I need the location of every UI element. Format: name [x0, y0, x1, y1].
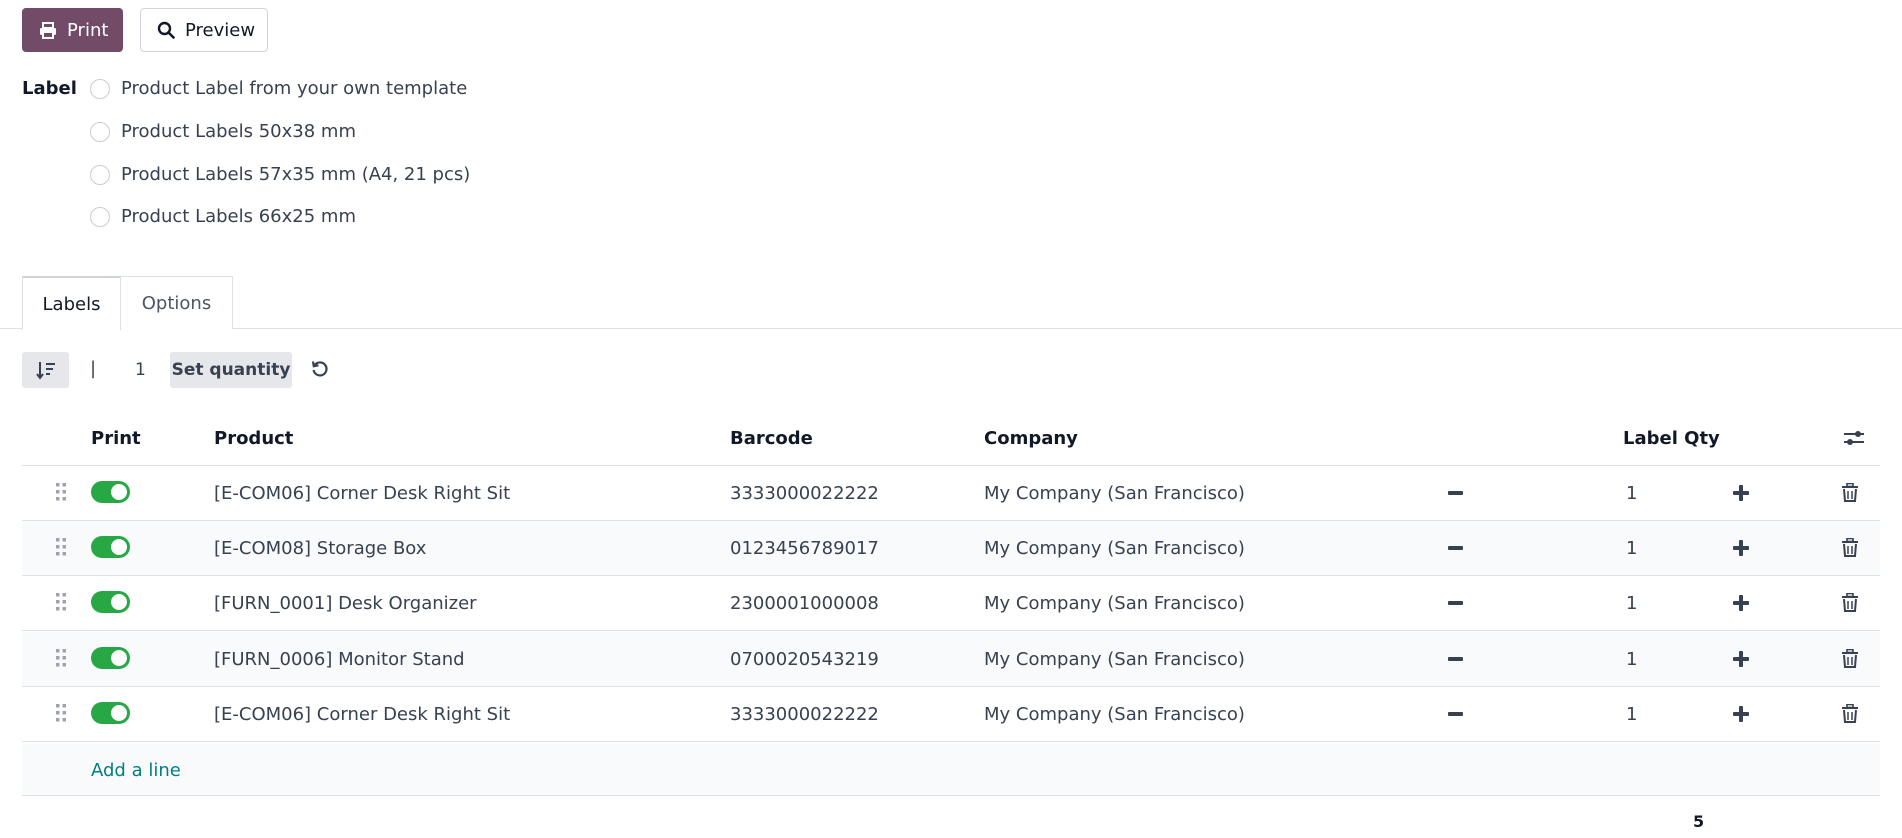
radio-button[interactable] — [90, 206, 110, 227]
reset-button[interactable] — [310, 359, 330, 384]
product-cell[interactable]: [E-COM08] Storage Box — [214, 538, 426, 559]
quantity-value[interactable]: 1 — [135, 360, 146, 380]
minus-icon[interactable] — [1448, 712, 1463, 716]
print-button[interactable]: Print — [22, 8, 123, 52]
print-toggle[interactable] — [91, 481, 130, 503]
drag-handle-icon[interactable] — [55, 537, 67, 557]
print-toggle[interactable] — [91, 647, 130, 669]
add-line-row: Add a line — [22, 744, 1880, 796]
reset-icon — [311, 361, 328, 377]
barcode-cell[interactable]: 2300001000008 — [730, 593, 879, 614]
toolbar-separator: | — [90, 358, 97, 379]
plus-icon[interactable] — [1732, 705, 1750, 723]
table-row[interactable]: [E-COM06] Corner Desk Right Sit 33330000… — [22, 687, 1880, 742]
drag-handle-icon[interactable] — [55, 648, 67, 668]
column-header-company[interactable]: Company — [984, 428, 1078, 449]
product-cell[interactable]: [E-COM06] Corner Desk Right Sit — [214, 704, 510, 725]
set-quantity-button[interactable]: Set quantity — [170, 352, 292, 388]
radio-button[interactable] — [90, 164, 110, 185]
drag-handle-icon[interactable] — [55, 482, 67, 502]
print-toggle[interactable] — [91, 591, 130, 613]
label-qty-cell[interactable]: 1 — [1626, 483, 1637, 504]
table-row[interactable]: [FURN_0001] Desk Organizer 2300001000008… — [22, 576, 1880, 631]
company-cell[interactable]: My Company (San Francisco) — [984, 538, 1245, 559]
drag-handle-icon[interactable] — [55, 703, 67, 723]
print-toggle[interactable] — [91, 536, 130, 558]
product-cell[interactable]: [FURN_0006] Monitor Stand — [214, 649, 465, 670]
trash-icon[interactable] — [1842, 538, 1858, 557]
minus-icon[interactable] — [1448, 546, 1463, 550]
table-row[interactable]: [E-COM06] Corner Desk Right Sit 33330000… — [22, 466, 1880, 521]
minus-icon[interactable] — [1448, 491, 1463, 495]
column-settings-icon — [1844, 431, 1864, 445]
barcode-cell[interactable]: 3333000022222 — [730, 483, 879, 504]
product-cell[interactable]: [E-COM06] Corner Desk Right Sit — [214, 483, 510, 504]
barcode-cell[interactable]: 0123456789017 — [730, 538, 879, 559]
search-icon — [157, 21, 175, 39]
column-settings-button[interactable] — [1843, 428, 1865, 453]
radio-button[interactable] — [90, 121, 110, 142]
column-header-print[interactable]: Print — [91, 428, 141, 449]
label-option-66x25[interactable]: Product Labels 66x25 mm — [90, 206, 356, 227]
table-row[interactable]: [FURN_0006] Monitor Stand 0700020543219 … — [22, 632, 1880, 687]
minus-icon[interactable] — [1448, 601, 1463, 605]
label-qty-cell[interactable]: 1 — [1626, 538, 1637, 559]
company-cell[interactable]: My Company (San Francisco) — [984, 483, 1245, 504]
trash-icon[interactable] — [1842, 704, 1858, 723]
minus-icon[interactable] — [1448, 657, 1463, 661]
column-header-label-qty[interactable]: Label Qty — [1623, 428, 1720, 449]
label-qty-cell[interactable]: 1 — [1626, 593, 1637, 614]
label-option-text: Product Labels 57x35 mm (A4, 21 pcs) — [121, 164, 471, 185]
label-field-title: Label — [22, 78, 77, 99]
radio-button[interactable] — [90, 78, 110, 99]
sort-icon — [35, 362, 55, 380]
trash-icon[interactable] — [1842, 649, 1858, 668]
tab-labels[interactable]: Labels — [22, 276, 121, 330]
plus-icon[interactable] — [1732, 539, 1750, 557]
preview-button[interactable]: Preview — [140, 8, 268, 52]
barcode-cell[interactable]: 3333000022222 — [730, 704, 879, 725]
label-option-text: Product Label from your own template — [121, 78, 468, 99]
label-qty-total: 5 — [1693, 812, 1705, 831]
column-header-product[interactable]: Product — [214, 428, 293, 449]
table-row[interactable]: [E-COM08] Storage Box 0123456789017 My C… — [22, 521, 1880, 576]
plus-icon[interactable] — [1732, 484, 1750, 502]
tab-options[interactable]: Options — [121, 276, 233, 329]
plus-icon[interactable] — [1732, 650, 1750, 668]
company-cell[interactable]: My Company (San Francisco) — [984, 704, 1245, 725]
label-option-text: Product Labels 66x25 mm — [121, 206, 356, 227]
plus-icon[interactable] — [1732, 594, 1750, 612]
drag-handle-icon[interactable] — [55, 592, 67, 612]
barcode-cell[interactable]: 0700020543219 — [730, 649, 879, 670]
label-option-own-template[interactable]: Product Label from your own template — [90, 78, 467, 99]
label-qty-cell[interactable]: 1 — [1626, 649, 1637, 670]
print-toggle[interactable] — [91, 702, 130, 724]
sort-button[interactable] — [22, 352, 69, 388]
add-line-link[interactable]: Add a line — [91, 760, 181, 781]
label-option-57x35[interactable]: Product Labels 57x35 mm (A4, 21 pcs) — [90, 164, 470, 185]
label-qty-cell[interactable]: 1 — [1626, 704, 1637, 725]
company-cell[interactable]: My Company (San Francisco) — [984, 649, 1245, 670]
label-option-50x38[interactable]: Product Labels 50x38 mm — [90, 121, 356, 142]
printer-icon — [40, 21, 56, 39]
column-header-barcode[interactable]: Barcode — [730, 428, 813, 449]
tabs-divider — [0, 328, 1902, 329]
print-button-label: Print — [67, 19, 109, 41]
product-cell[interactable]: [FURN_0001] Desk Organizer — [214, 593, 477, 614]
trash-icon[interactable] — [1842, 483, 1858, 502]
preview-button-label: Preview — [185, 19, 256, 41]
label-option-text: Product Labels 50x38 mm — [121, 121, 356, 142]
trash-icon[interactable] — [1842, 593, 1858, 612]
company-cell[interactable]: My Company (San Francisco) — [984, 593, 1245, 614]
